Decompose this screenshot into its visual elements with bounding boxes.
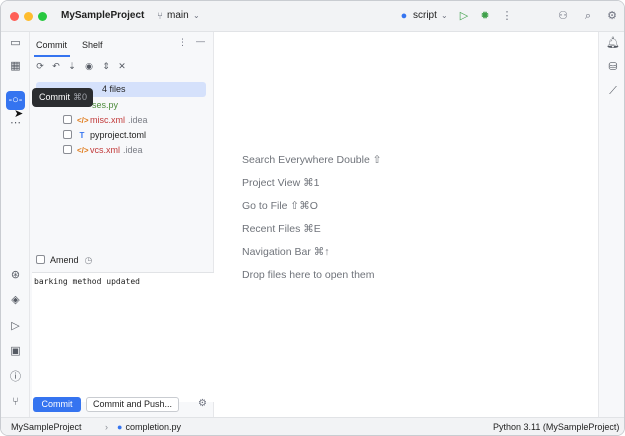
clock-icon[interactable]: ◷ xyxy=(85,255,93,265)
run-icon[interactable]: ▷ xyxy=(457,9,471,23)
hint-search-everywhere: Search Everywhere Double ⇧ xyxy=(242,154,382,166)
minimize-window-button[interactable] xyxy=(24,12,33,21)
right-tool-strip: 🔔︎ ⛁ ⟋ xyxy=(598,32,624,417)
file-row[interactable]: </>misc.xml .idea xyxy=(63,113,148,127)
chevron-right-icon: › xyxy=(105,422,108,432)
tooltip-shortcut: ⌘0 xyxy=(73,92,88,102)
ide-window: MySampleProject ⌄ ⑂ main ⌄ ● script ⌄ ▷ … xyxy=(0,0,625,436)
maximize-window-button[interactable] xyxy=(38,12,47,21)
sciview-icon[interactable]: ⟋ xyxy=(606,85,620,98)
file-checkbox[interactable] xyxy=(63,145,72,154)
python-icon: ● xyxy=(400,10,408,22)
rollback-icon[interactable]: ↶ xyxy=(50,61,62,72)
hint-navigation-bar: Navigation Bar ⌘↑ xyxy=(242,246,330,258)
problems-icon[interactable]: ⓘ xyxy=(8,370,23,385)
notifications-icon[interactable]: 🔔︎ xyxy=(606,36,620,49)
changes-count: 4 files xyxy=(102,84,126,94)
debug-icon[interactable]: ✹ xyxy=(478,9,492,23)
tab-shelf[interactable]: Shelf xyxy=(82,38,103,54)
show-diff-icon[interactable]: ◉ xyxy=(83,61,95,72)
commit-message-text: barking method updated xyxy=(34,277,140,286)
left-tool-strip: ▭ ▦ -○- ⋯ ⊛ ◈ ▷ ▣ ⓘ ⑂ xyxy=(1,32,30,417)
amend-row[interactable]: Amend ◷ xyxy=(36,255,92,266)
project-selector[interactable]: MySampleProject xyxy=(61,10,144,21)
python-icon: ● xyxy=(117,422,123,432)
python-interpreter-selector[interactable]: Python 3.11 (MySampleProject) xyxy=(493,418,619,435)
file-name: pyproject.toml xyxy=(90,130,147,140)
collapse-all-icon[interactable]: ✕ xyxy=(116,61,128,72)
branch-selector[interactable]: main xyxy=(167,10,189,21)
hint-recent-files: Recent Files ⌘E xyxy=(242,223,321,235)
search-icon[interactable]: ⌕ xyxy=(581,9,595,23)
layers-icon[interactable]: ◈ xyxy=(8,293,23,308)
editor-empty-area[interactable]: Search Everywhere Double ⇧ Project View … xyxy=(214,32,598,417)
toml-file-icon: T xyxy=(79,131,85,140)
tab-commit[interactable]: Commit xyxy=(36,38,67,54)
hint-drop-files: Drop files here to open them xyxy=(242,269,375,281)
services-icon[interactable]: ▷ xyxy=(8,319,23,334)
xml-file-icon: </> xyxy=(77,116,89,125)
chevron-down-icon: ⌄ xyxy=(441,11,448,20)
tooltip-label: Commit xyxy=(39,92,70,102)
file-row[interactable]: ses.py xyxy=(92,98,118,112)
update-icon[interactable]: ⇣ xyxy=(66,61,78,72)
breadcrumb-project[interactable]: MySampleProject xyxy=(11,418,82,435)
status-bar: MySampleProject › ● completion.py Python … xyxy=(1,417,624,435)
mouse-cursor-icon: ➤ xyxy=(14,108,24,120)
file-name: vcs.xml xyxy=(90,145,120,155)
python-packages-icon[interactable]: ⊛ xyxy=(8,268,23,283)
branch-icon: ⑂ xyxy=(157,11,163,22)
file-checkbox[interactable] xyxy=(63,115,72,124)
file-checkbox[interactable] xyxy=(63,130,72,139)
xml-file-icon: </> xyxy=(77,146,89,155)
hint-go-to-file: Go to File ⇧⌘O xyxy=(242,200,318,212)
breadcrumb-file-name: completion.py xyxy=(125,422,181,432)
commit-button[interactable]: Commit xyxy=(33,397,81,412)
file-row[interactable]: Tpyproject.toml xyxy=(63,128,146,142)
file-path: .idea xyxy=(128,115,148,125)
commit-message-input[interactable]: barking method updated xyxy=(32,272,214,402)
structure-icon[interactable]: ▦ xyxy=(8,59,23,74)
more-vertical-icon[interactable]: ⋮ xyxy=(178,37,187,48)
refresh-icon[interactable]: ⟳ xyxy=(34,61,46,72)
commit-tooltip: Commit ⌘0 xyxy=(32,88,93,107)
commit-and-push-button[interactable]: Commit and Push... xyxy=(86,397,179,412)
project-folder-icon[interactable]: ▭ xyxy=(8,36,23,51)
expand-all-icon[interactable]: ⇕ xyxy=(100,61,112,72)
file-path: .idea xyxy=(123,145,143,155)
close-window-button[interactable] xyxy=(10,12,19,21)
amend-label: Amend xyxy=(50,255,79,265)
more-vertical-icon[interactable]: ⋮ xyxy=(500,9,514,23)
gear-icon[interactable]: ⚙ xyxy=(605,9,619,23)
run-configuration-selector[interactable]: script xyxy=(413,10,437,21)
add-user-icon[interactable]: ⚇ xyxy=(556,9,570,23)
gear-icon[interactable]: ⚙ xyxy=(198,398,207,409)
amend-checkbox[interactable] xyxy=(36,255,45,264)
breadcrumb-file[interactable]: ● completion.py xyxy=(117,418,181,435)
file-name: ses.py xyxy=(92,100,119,110)
git-icon[interactable]: ⑂ xyxy=(8,395,23,410)
file-row[interactable]: </>vcs.xml .idea xyxy=(63,143,143,157)
active-tab-indicator xyxy=(34,55,70,57)
chevron-down-icon: ⌄ xyxy=(193,11,200,20)
title-bar: MySampleProject ⌄ ⑂ main ⌄ ● script ⌄ ▷ … xyxy=(1,1,624,32)
terminal-icon[interactable]: ▣ xyxy=(8,344,23,359)
hint-project-view: Project View ⌘1 xyxy=(242,177,320,189)
database-icon[interactable]: ⛁ xyxy=(606,60,620,73)
hide-panel-icon[interactable]: — xyxy=(196,36,205,46)
file-name: misc.xml xyxy=(90,115,125,125)
chevron-down-icon: ⌄ xyxy=(134,11,141,20)
